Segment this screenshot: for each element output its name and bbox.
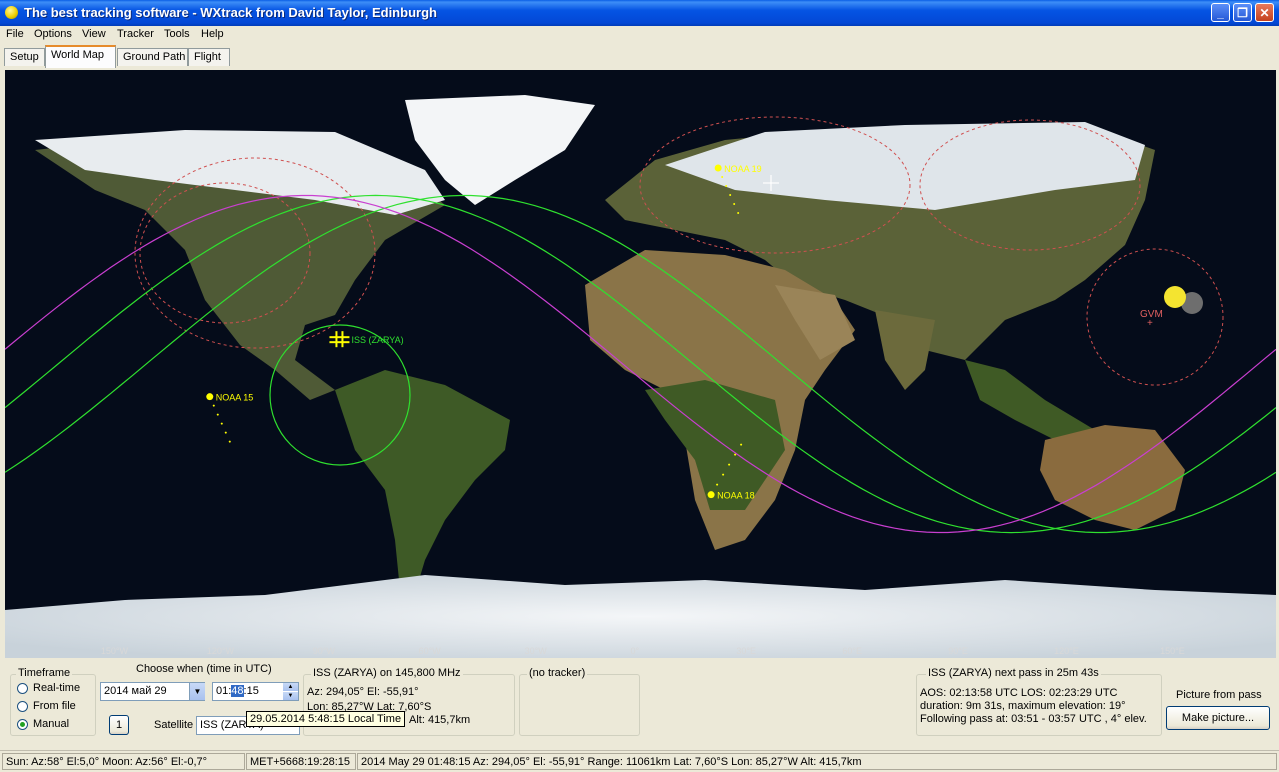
satellite-trail-dot (212, 404, 215, 407)
tab-ground-path[interactable]: Ground Path (117, 48, 188, 66)
satellite-trail-dot (220, 422, 223, 425)
satellite-marker[interactable] (707, 491, 715, 499)
next-pass-duration: duration: 9m 31s, maximum elevation: 19° (920, 700, 1126, 712)
time-minute-selected: 48 (231, 685, 244, 697)
longitude-label: 150°E (1160, 646, 1185, 656)
make-picture-button[interactable]: Make picture... (1166, 706, 1270, 730)
menu-tracker[interactable]: Tracker (117, 28, 154, 40)
time-spin-up[interactable]: ▲ (283, 683, 298, 691)
iss-alt: Alt: 415,7km (409, 714, 471, 726)
satellite-label: NOAA 18 (717, 491, 755, 501)
longitude-label: 150°W (101, 646, 129, 656)
longitude-label: 60°E (842, 646, 862, 656)
tab-flight[interactable]: Flight (188, 48, 230, 66)
satellite-trail-dot (216, 413, 219, 416)
world-map-canvas: ISS (ZARYA)NOAA 15NOAA 18NOAA 19 GVM + 1… (5, 95, 1276, 658)
menu-view[interactable]: View (82, 28, 106, 40)
satellite-trail-dot (224, 431, 227, 434)
longitude-label: 90°W (313, 646, 336, 656)
satellite-trail-dot (716, 483, 719, 486)
satellite-label: NOAA 15 (216, 393, 254, 403)
sun-marker (1164, 286, 1186, 308)
india (875, 310, 935, 390)
time-second: :15 (243, 685, 259, 697)
satellite-trail-dot (228, 440, 231, 443)
time-hour: 01: (216, 685, 232, 697)
satellite-trail-dot (740, 443, 743, 446)
ground-station-marker: + (1147, 318, 1153, 329)
tab-world-map[interactable]: World Map (45, 45, 116, 68)
satellite-trail-dot (721, 176, 724, 178)
status-sun-moon: Sun: Az:58° El:5,0° Moon: Az:56° El:-0,7… (2, 753, 245, 770)
continent-south-america (335, 370, 510, 610)
next-pass-aos-los: AOS: 02:13:58 UTC LOS: 02:23:29 UTC (920, 687, 1118, 699)
menu-help[interactable]: Help (201, 28, 224, 40)
picture-label: Picture from pass (1176, 689, 1262, 701)
date-dropdown-button[interactable]: ▼ (189, 683, 205, 700)
step-button[interactable]: 1 (109, 715, 129, 735)
title-bar[interactable]: The best tracking software - WXtrack fro… (0, 0, 1279, 26)
longitude-label: 120°E (1054, 646, 1079, 656)
satellite-marker[interactable] (714, 164, 722, 172)
satellite-marker[interactable] (206, 393, 214, 401)
satellite-trail-dot (737, 212, 740, 214)
satellite-trail-dot (722, 473, 725, 476)
satellite-trail-dot (734, 453, 737, 456)
time-spin-down[interactable]: ▼ (283, 692, 298, 700)
next-pass-title: ISS (ZARYA) next pass in 25m 43s (926, 667, 1101, 679)
tab-strip: Setup World Map Ground Path Flight (0, 44, 1279, 68)
longitude-label: 90°E (948, 646, 968, 656)
next-pass-following: Following pass at: 03:51 - 03:57 UTC , 4… (920, 713, 1147, 725)
maximize-button[interactable]: ❐ (1233, 3, 1252, 22)
longitude-label: 30°E (736, 646, 756, 656)
window-title: The best tracking software - WXtrack fro… (24, 5, 437, 20)
iss-icon[interactable] (329, 331, 350, 348)
radio-real-time-label[interactable]: Real-time (33, 682, 80, 694)
menu-tools[interactable]: Tools (164, 28, 190, 40)
date-value: 2014 май 29 (104, 685, 167, 697)
minimize-button[interactable]: _ (1211, 3, 1230, 22)
radio-real-time[interactable] (17, 683, 28, 694)
longitude-label: 60°W (419, 646, 442, 656)
tracker-group (519, 674, 640, 736)
menu-options[interactable]: Options (34, 28, 72, 40)
app-icon (5, 6, 18, 19)
local-time-tooltip: 29.05.2014 5:48:15 Local Time (246, 711, 406, 727)
iss-info-title: ISS (ZARYA) on 145,800 MHz (311, 667, 463, 679)
satellite-label: Satellite (154, 719, 194, 731)
menu-bar: File Options View Tracker Tools Help (0, 26, 1279, 44)
choose-when-label: Choose when (time in UTC) (136, 663, 272, 675)
close-button[interactable]: ✕ (1255, 3, 1274, 22)
timeframe-title: Timeframe (16, 667, 73, 679)
longitude-label: 30°W (525, 646, 548, 656)
satellite-label: ISS (ZARYA) (351, 335, 403, 345)
radio-manual-label[interactable]: Manual (33, 718, 69, 730)
antarctica (5, 575, 1276, 658)
se-asia (965, 360, 1095, 445)
satellite-trail-dot (729, 194, 732, 196)
iss-az-el: Az: 294,05° El: -55,91° (307, 686, 419, 698)
status-details: 2014 May 29 01:48:15 Az: 294,05° El: -55… (357, 753, 1277, 770)
status-bar: Sun: Az:58° El:5,0° Moon: Az:56° El:-0,7… (0, 750, 1279, 772)
longitude-label: 120°W (207, 646, 235, 656)
tracker-title: (no tracker) (527, 667, 588, 679)
control-panel: Timeframe Real-time From file Manual Cho… (5, 658, 1276, 747)
satellite-trail-dot (728, 463, 731, 466)
radio-from-file-label[interactable]: From file (33, 700, 76, 712)
satellite-label: NOAA 19 (724, 164, 762, 174)
tab-setup[interactable]: Setup (4, 48, 45, 66)
radio-manual[interactable] (17, 719, 28, 730)
satellite-trail-dot (725, 185, 728, 187)
world-map[interactable]: ISS (ZARYA) NOAA 15 NOAA 18 NOAA 19 GVM + 1… (5, 70, 1276, 658)
radio-from-file[interactable] (17, 701, 28, 712)
menu-file[interactable]: File (6, 28, 24, 40)
status-met: MET+5668:19:28:15 (246, 753, 356, 770)
satellite-trail-dot (733, 203, 736, 205)
longitude-label: 0° (631, 646, 640, 656)
